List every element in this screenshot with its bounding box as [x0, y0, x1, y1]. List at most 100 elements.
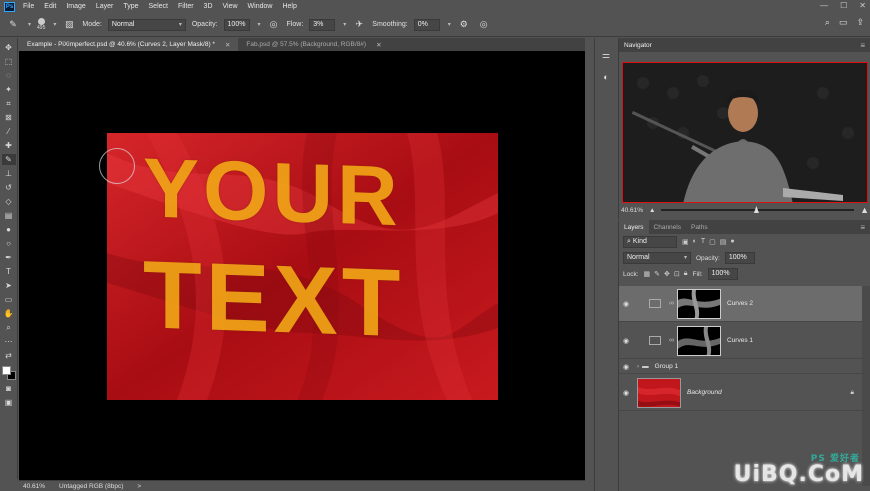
minimize-icon[interactable]: — — [820, 1, 828, 10]
more-tools-icon[interactable]: ⋯ — [2, 336, 16, 347]
zoom-slider[interactable] — [661, 206, 855, 213]
lock-move-icon[interactable]: ✥ — [664, 270, 670, 278]
adjustments-icon[interactable]: ◐ — [599, 70, 613, 84]
history-brush-icon[interactable]: ↺ — [2, 182, 16, 193]
brush-tool-icon[interactable]: ✎ — [6, 18, 20, 32]
foreground-color[interactable] — [1, 366, 11, 375]
pen-tool-icon[interactable]: ✒ — [2, 252, 16, 263]
marquee-tool-icon[interactable]: ⬚ — [2, 56, 16, 67]
zoom-level[interactable]: 40.61% — [23, 483, 45, 490]
opacity-field[interactable]: 100% — [223, 18, 250, 31]
zoom-in-icon[interactable]: ▲ — [860, 205, 869, 215]
move-tool-icon[interactable]: ✥ — [2, 42, 16, 53]
brush-settings-icon[interactable]: ▨ — [62, 18, 76, 32]
menu-select[interactable]: Select — [144, 3, 173, 10]
pressure-size-icon[interactable]: ◎ — [477, 18, 491, 32]
menu-edit[interactable]: Edit — [39, 3, 61, 10]
layer-name[interactable]: Curves 1 — [727, 337, 753, 344]
menu-3d[interactable]: 3D — [199, 3, 218, 10]
pressure-opacity-icon[interactable]: ◎ — [267, 18, 281, 32]
lock-icon[interactable]: 🔒︎ — [851, 389, 854, 397]
zoom-slider-knob[interactable] — [753, 206, 759, 213]
layer-name[interactable]: Group 1 — [655, 363, 679, 370]
close-icon[interactable]: ✕ — [859, 1, 866, 10]
frame-tool-icon[interactable]: ⊠ — [2, 112, 16, 123]
panel-menu-icon[interactable]: ≡ — [860, 223, 865, 232]
gear-icon[interactable]: ⚙ — [457, 18, 471, 32]
lock-transparent-icon[interactable]: ▦ — [644, 270, 651, 278]
eyedropper-tool-icon[interactable]: ⁄ — [2, 126, 16, 137]
chevron-down-icon[interactable]: ▾ — [53, 21, 56, 28]
menu-view[interactable]: View — [218, 3, 243, 10]
navigator-thumbnail[interactable] — [622, 62, 868, 203]
eraser-tool-icon[interactable]: ◇ — [2, 196, 16, 207]
stamp-tool-icon[interactable]: ⊥ — [2, 168, 16, 179]
zoom-tool-icon[interactable]: ⌕ — [2, 322, 16, 333]
share-icon[interactable]: ⇪ — [856, 17, 864, 28]
chevron-down-icon[interactable]: ▾ — [448, 21, 451, 28]
chevron-down-icon[interactable]: ▾ — [258, 21, 261, 28]
menu-type[interactable]: Type — [118, 3, 143, 10]
smart-filter-icon[interactable]: ▤ — [720, 238, 727, 246]
layer-opacity-field[interactable]: 100% — [724, 252, 755, 264]
menu-image[interactable]: Image — [61, 3, 90, 10]
layer-thumbnail[interactable] — [637, 377, 681, 408]
tab-fab-psd[interactable]: Fab.psd @ 57.5% (Background, RGB/8#) ✕ — [238, 38, 389, 51]
filter-toggle-icon[interactable]: ● — [730, 238, 734, 246]
chevron-down-icon[interactable]: ▾ — [28, 21, 31, 28]
lasso-tool-icon[interactable]: ◌ — [2, 70, 16, 81]
layer-curves-1[interactable]: ◉ ∞ Curves 1 — [619, 323, 862, 359]
layer-background[interactable]: ◉ Background 🔒︎ — [619, 375, 862, 411]
tab-channels[interactable]: Channels — [649, 220, 686, 234]
layer-curves-2[interactable]: ◉ ∞ Curves 2 — [619, 286, 862, 322]
layer-name[interactable]: Curves 2 — [727, 300, 753, 307]
hand-tool-icon[interactable]: ✋ — [2, 308, 16, 319]
chevron-down-icon[interactable]: ▾ — [343, 21, 346, 28]
chevron-right-icon[interactable]: › — [637, 363, 639, 370]
lock-all-icon[interactable]: 🔒︎ — [684, 270, 688, 278]
tab-paths[interactable]: Paths — [686, 220, 713, 234]
swap-colors-icon[interactable]: ⇄ — [2, 350, 16, 361]
link-icon[interactable]: ∞ — [669, 300, 674, 307]
menu-filter[interactable]: Filter — [173, 3, 199, 10]
navigator-zoom-value[interactable]: 40.61% — [621, 207, 643, 214]
quick-mask-icon[interactable]: ◙ — [2, 383, 16, 394]
zoom-out-icon[interactable]: ▲ — [649, 207, 655, 214]
maximize-icon[interactable]: ☐ — [840, 1, 847, 10]
tab-layers[interactable]: Layers — [619, 220, 649, 234]
blur-tool-icon[interactable]: ● — [2, 224, 16, 235]
path-select-tool-icon[interactable]: ➤ — [2, 280, 16, 291]
layers-scrollbar[interactable] — [862, 286, 870, 486]
brush-preset-picker[interactable]: 495 — [37, 18, 45, 31]
fill-field[interactable]: 100% — [707, 268, 738, 280]
eye-icon[interactable]: ◉ — [619, 363, 633, 371]
menu-layer[interactable]: Layer — [91, 3, 119, 10]
panel-title[interactable]: Navigator — [624, 42, 652, 49]
menu-file[interactable]: File — [18, 3, 39, 10]
pixel-filter-icon[interactable]: ▣ — [682, 238, 689, 246]
quick-select-tool-icon[interactable]: ✦ — [2, 84, 16, 95]
canvas-area[interactable]: YOUR TEXT — [19, 51, 585, 480]
shape-tool-icon[interactable]: ▭ — [2, 294, 16, 305]
link-icon[interactable]: ∞ — [669, 337, 674, 344]
layer-group-1[interactable]: ◉ › ▬ Group 1 — [619, 360, 862, 374]
properties-icon[interactable]: ⚌ — [599, 48, 613, 62]
screen-mode-icon[interactable]: ▣ — [2, 397, 16, 408]
lock-paint-icon[interactable]: ✎ — [654, 270, 660, 278]
tab-example-psd[interactable]: Example - PiXimperfect.psd @ 40.6% (Curv… — [19, 38, 239, 51]
document-image[interactable]: YOUR TEXT — [107, 133, 498, 400]
search-icon[interactable]: ⌕ — [825, 17, 830, 28]
eye-icon[interactable]: ◉ — [619, 389, 633, 397]
color-swatches[interactable] — [1, 366, 16, 380]
dodge-tool-icon[interactable]: ○ — [2, 238, 16, 249]
healing-tool-icon[interactable]: ✚ — [2, 140, 16, 151]
blend-mode-select[interactable]: Normal ▾ — [623, 252, 691, 264]
brush-tool-icon[interactable]: ✎ — [1, 154, 16, 165]
flow-field[interactable]: 3% — [309, 18, 336, 31]
close-icon[interactable]: ✕ — [376, 41, 381, 49]
kind-filter[interactable]: ⌕ Kind — [623, 236, 677, 248]
panel-menu-icon[interactable]: ≡ — [860, 41, 865, 50]
layer-name[interactable]: Background — [687, 389, 722, 396]
menu-help[interactable]: Help — [277, 3, 301, 10]
type-filter-icon[interactable]: T — [701, 238, 705, 246]
